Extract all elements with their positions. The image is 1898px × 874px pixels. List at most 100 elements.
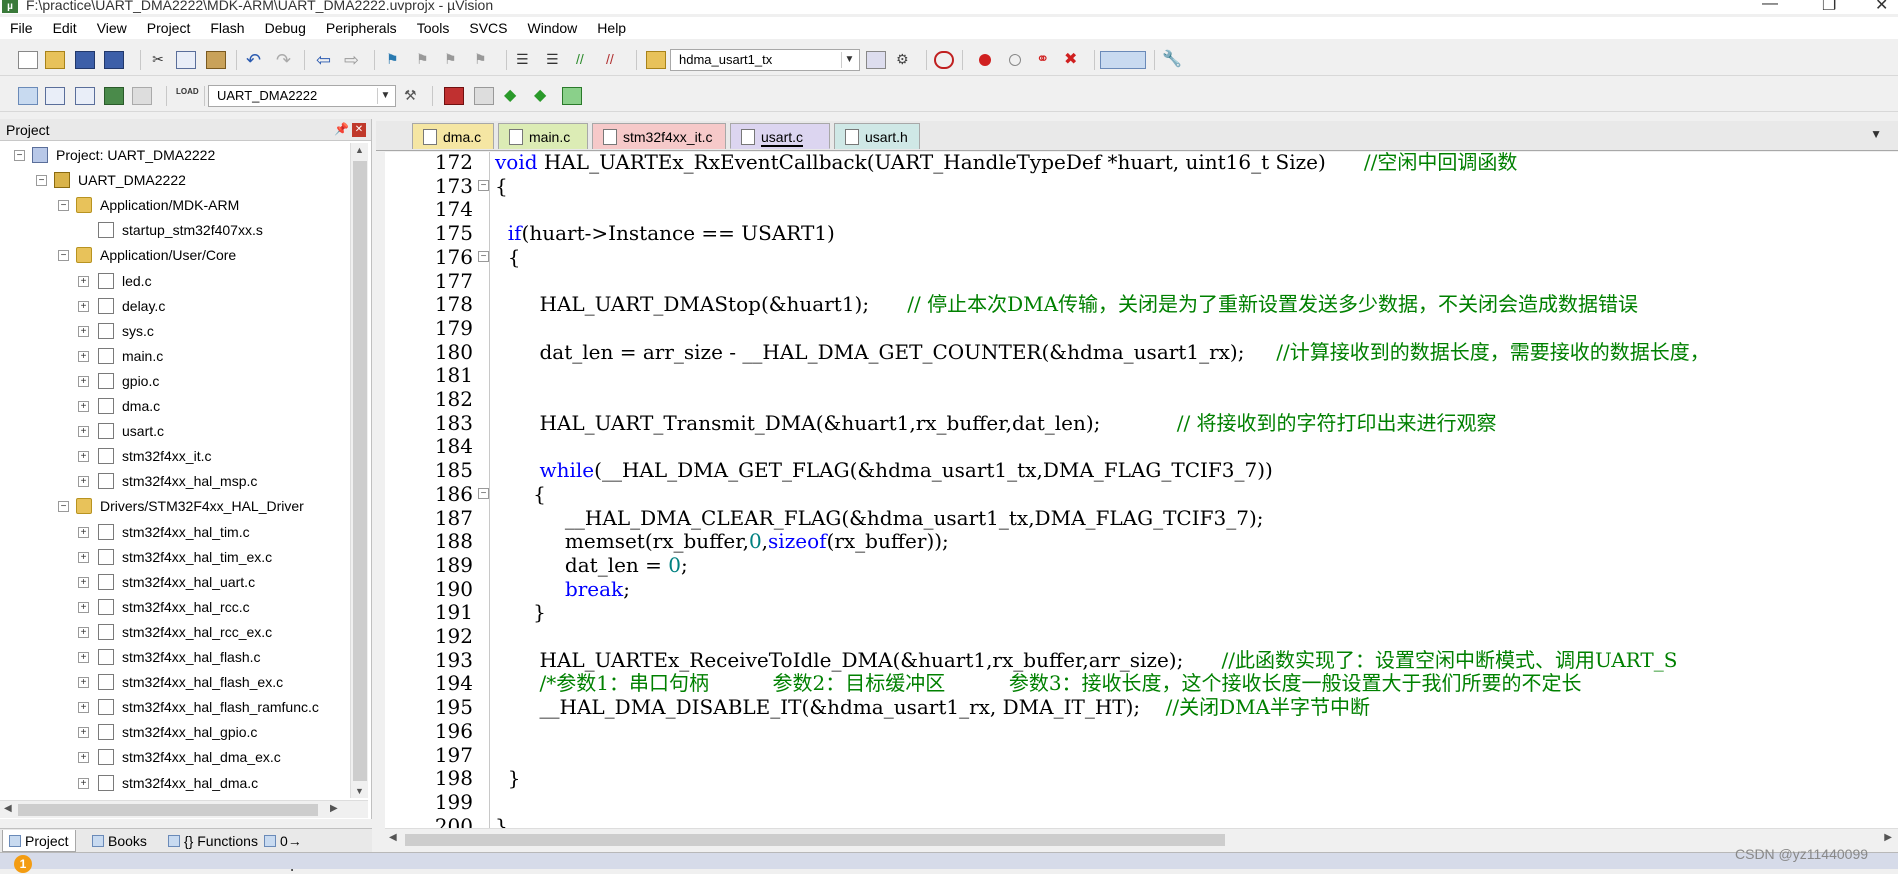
pane-tab-books[interactable]: Books <box>86 830 153 852</box>
expand-icon[interactable]: + <box>78 476 89 488</box>
code-line[interactable]: 184 <box>385 434 1898 458</box>
pane-tab-templates[interactable]: 0→ Templates <box>258 830 372 871</box>
collapse-icon[interactable]: − <box>36 175 47 187</box>
code-line[interactable]: 177 <box>385 269 1898 293</box>
collapse-icon[interactable]: − <box>58 200 69 212</box>
navigate-forward-icon[interactable]: ⇨ <box>344 51 364 69</box>
code-line[interactable]: 175 if(huart->Instance == USART1) <box>385 221 1898 245</box>
close-icon[interactable]: ✕ <box>352 123 366 137</box>
expand-icon[interactable]: + <box>78 426 89 438</box>
bookmark-icon[interactable]: ⚑ <box>386 51 406 69</box>
manage-project-items-icon[interactable] <box>444 87 464 105</box>
expand-icon[interactable]: + <box>78 576 89 588</box>
code-line[interactable]: 195 __HAL_DMA_DISABLE_IT(&hdma_usart1_rx… <box>385 695 1898 719</box>
rebuild-icon[interactable] <box>75 87 95 105</box>
project-horizontal-scrollbar[interactable]: ◀ ▶ <box>0 800 368 818</box>
navigate-back-icon[interactable]: ⇦ <box>316 51 336 69</box>
comment-icon[interactable]: // <box>576 51 596 69</box>
enable-breakpoint-icon[interactable] <box>1006 51 1026 69</box>
collapse-icon[interactable]: − <box>58 501 69 513</box>
save-all-icon[interactable] <box>104 51 124 69</box>
chevron-down-icon[interactable]: ▼ <box>841 52 857 68</box>
expand-icon[interactable]: + <box>78 375 89 387</box>
code-line[interactable]: 182 <box>385 387 1898 411</box>
code-line[interactable]: 199 <box>385 790 1898 814</box>
menu-view[interactable]: View <box>87 17 137 39</box>
expand-icon[interactable]: + <box>78 401 89 412</box>
menu-flash[interactable]: Flash <box>200 17 254 39</box>
code-line[interactable]: 192 <box>385 624 1898 648</box>
fold-collapse-icon[interactable]: − <box>478 179 489 191</box>
code-editor[interactable]: 172 void HAL_UARTEx_RxEventCallback(UART_… <box>385 152 1898 828</box>
maximize-button[interactable]: ❐ <box>1822 0 1836 15</box>
clear-bookmarks-icon[interactable]: ⚑ <box>474 51 494 69</box>
editor-tab-usart-h[interactable]: usart.h <box>834 123 920 149</box>
code-line[interactable]: 193 HAL_UARTEx_ReceiveToIdle_DMA(&huart1… <box>385 648 1898 672</box>
code-line[interactable]: 194 /*参数1：串口句柄 参数2：目标缓冲区 参数3：接收长度，这个接收长度… <box>385 671 1898 695</box>
code-line[interactable]: 172 void HAL_UARTEx_RxEventCallback(UART_… <box>385 152 1898 174</box>
scrollbar-thumb[interactable] <box>353 161 367 781</box>
code-line[interactable]: 174 <box>385 197 1898 221</box>
menu-edit[interactable]: Edit <box>43 17 87 39</box>
disable-breakpoints-icon[interactable]: ⚭ <box>1036 51 1056 69</box>
code-line[interactable]: 180 dat_len = arr_size - __HAL_DMA_GET_C… <box>385 340 1898 364</box>
debug-session-icon[interactable] <box>934 51 954 69</box>
prev-bookmark-icon[interactable]: ⚑ <box>416 51 436 69</box>
project-vertical-scrollbar[interactable]: ▲ ▼ <box>350 143 368 798</box>
menu-svcs[interactable]: SVCS <box>459 17 517 39</box>
expand-icon[interactable]: + <box>78 626 89 638</box>
manage-multi-project-icon[interactable] <box>474 87 494 105</box>
indent-icon[interactable]: ☰ <box>516 51 536 69</box>
menu-help[interactable]: Help <box>587 17 636 39</box>
expand-icon[interactable]: + <box>78 275 89 287</box>
save-icon[interactable] <box>75 51 95 69</box>
expand-icon[interactable]: + <box>78 752 89 764</box>
code-line[interactable]: 189 dat_len = 0; <box>385 553 1898 577</box>
scrollbar-thumb[interactable] <box>18 804 318 816</box>
expand-icon[interactable]: + <box>78 300 89 312</box>
translate-icon[interactable] <box>18 87 38 105</box>
notification-badge[interactable]: 1 <box>14 855 32 873</box>
editor-horizontal-scrollbar[interactable]: ◀ ▶ <box>385 828 1898 850</box>
code-line[interactable]: 197 <box>385 743 1898 767</box>
fold-collapse-icon[interactable]: − <box>478 487 489 499</box>
expand-icon[interactable]: + <box>78 727 89 739</box>
menu-file[interactable]: File <box>0 17 43 39</box>
menu-tools[interactable]: Tools <box>407 17 460 39</box>
code-line[interactable]: 198 } <box>385 766 1898 790</box>
incremental-find-icon[interactable]: ⚙ <box>896 51 916 69</box>
code-line[interactable]: 200} <box>385 814 1898 828</box>
code-line[interactable]: 185 while(__HAL_DMA_GET_FLAG(&hdma_usart… <box>385 458 1898 482</box>
pane-tab-project[interactable]: Project <box>2 830 76 852</box>
build-icon[interactable] <box>45 87 65 105</box>
select-packs-icon[interactable]: ◆ <box>534 87 554 105</box>
redo-icon[interactable]: ↷ <box>276 51 296 69</box>
chevron-down-icon[interactable]: ▼ <box>377 88 393 104</box>
expand-icon[interactable]: + <box>78 601 89 613</box>
code-line[interactable]: 181 <box>385 363 1898 387</box>
code-line[interactable]: 178 HAL_UART_DMAStop(&huart1); // 停止本次DM… <box>385 292 1898 316</box>
minimize-button[interactable]: — <box>1762 0 1778 13</box>
paste-icon[interactable] <box>206 51 226 69</box>
find-combo[interactable]: hdma_usart1_tx ▼ <box>670 49 860 71</box>
expand-icon[interactable]: + <box>78 702 89 714</box>
batch-build-icon[interactable] <box>104 87 124 105</box>
find-in-files-icon[interactable] <box>646 51 666 69</box>
tab-list-chevron-down-icon[interactable]: ▼ <box>1870 127 1882 141</box>
menu-debug[interactable]: Debug <box>255 17 316 39</box>
code-line[interactable]: 179 <box>385 316 1898 340</box>
expand-icon[interactable]: + <box>78 526 89 538</box>
code-line[interactable]: 183 HAL_UART_Transmit_DMA(&huart1,rx_buf… <box>385 411 1898 435</box>
window-layout-icon[interactable] <box>1100 51 1146 69</box>
kill-breakpoints-icon[interactable]: ✖ <box>1064 51 1084 69</box>
target-options-icon[interactable]: ⚒ <box>404 87 424 105</box>
expand-icon[interactable]: + <box>78 551 89 563</box>
code-line[interactable]: 187 __HAL_DMA_CLEAR_FLAG(&hdma_usart1_tx… <box>385 506 1898 530</box>
menu-project[interactable]: Project <box>137 17 201 39</box>
expand-icon[interactable]: + <box>78 677 89 689</box>
cut-icon[interactable]: ✂ <box>148 51 168 69</box>
new-file-icon[interactable] <box>18 51 38 69</box>
close-window-button[interactable]: ✕ <box>1875 0 1888 15</box>
unindent-icon[interactable]: ☰ <box>546 51 566 69</box>
collapse-icon[interactable]: − <box>58 250 69 262</box>
